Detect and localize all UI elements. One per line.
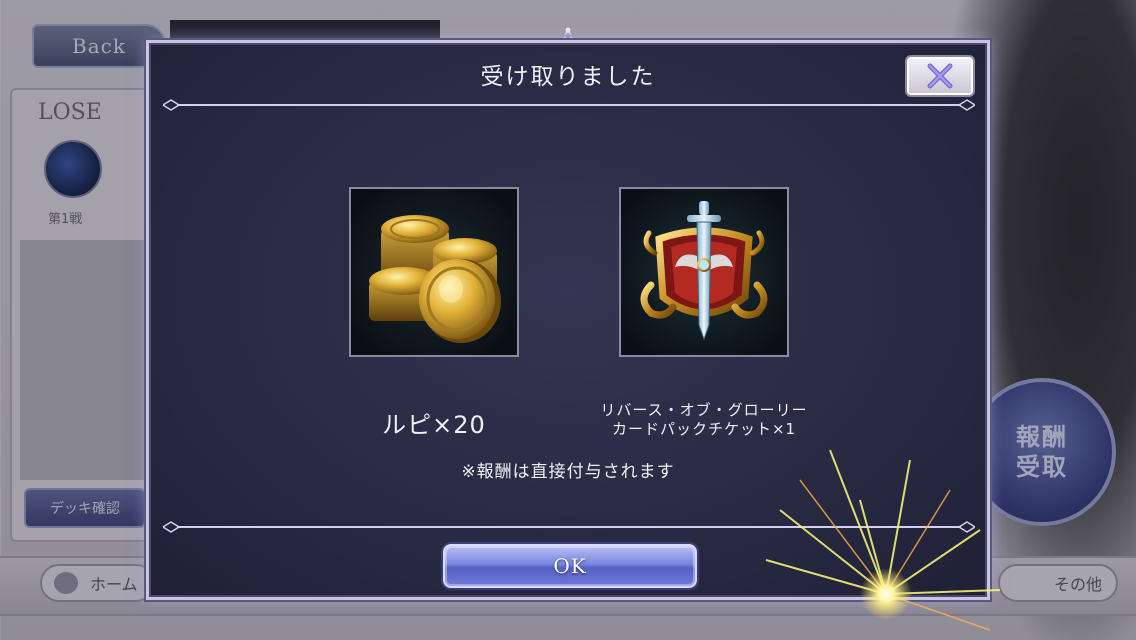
ticket-item-frame bbox=[619, 187, 789, 357]
ticket-item-label: リバース・オブ・グローリー カードパックチケット×1 bbox=[569, 401, 839, 439]
ticket-item-label-line2: カードパックチケット×1 bbox=[611, 420, 797, 438]
dialog-title: 受け取りました bbox=[480, 64, 656, 90]
ok-button[interactable]: OK bbox=[443, 544, 697, 588]
ticket-item-label-line1: リバース・オブ・グローリー bbox=[600, 401, 808, 419]
coins-item-label: ルピ×20 bbox=[382, 411, 486, 439]
coins-item-frame bbox=[349, 187, 519, 357]
card-pack-ticket-icon bbox=[621, 189, 787, 355]
reward-dialog: 受け取りました ルピ×20 リバース・オブ・グローリー カードパックチケット×1… bbox=[146, 40, 990, 600]
footer-divider bbox=[163, 521, 975, 533]
gold-coins-icon bbox=[351, 189, 517, 355]
close-x-icon bbox=[927, 63, 953, 89]
reward-note: ※報酬は直接付与されます bbox=[461, 462, 675, 482]
close-button[interactable] bbox=[905, 55, 975, 97]
title-divider bbox=[163, 99, 975, 111]
